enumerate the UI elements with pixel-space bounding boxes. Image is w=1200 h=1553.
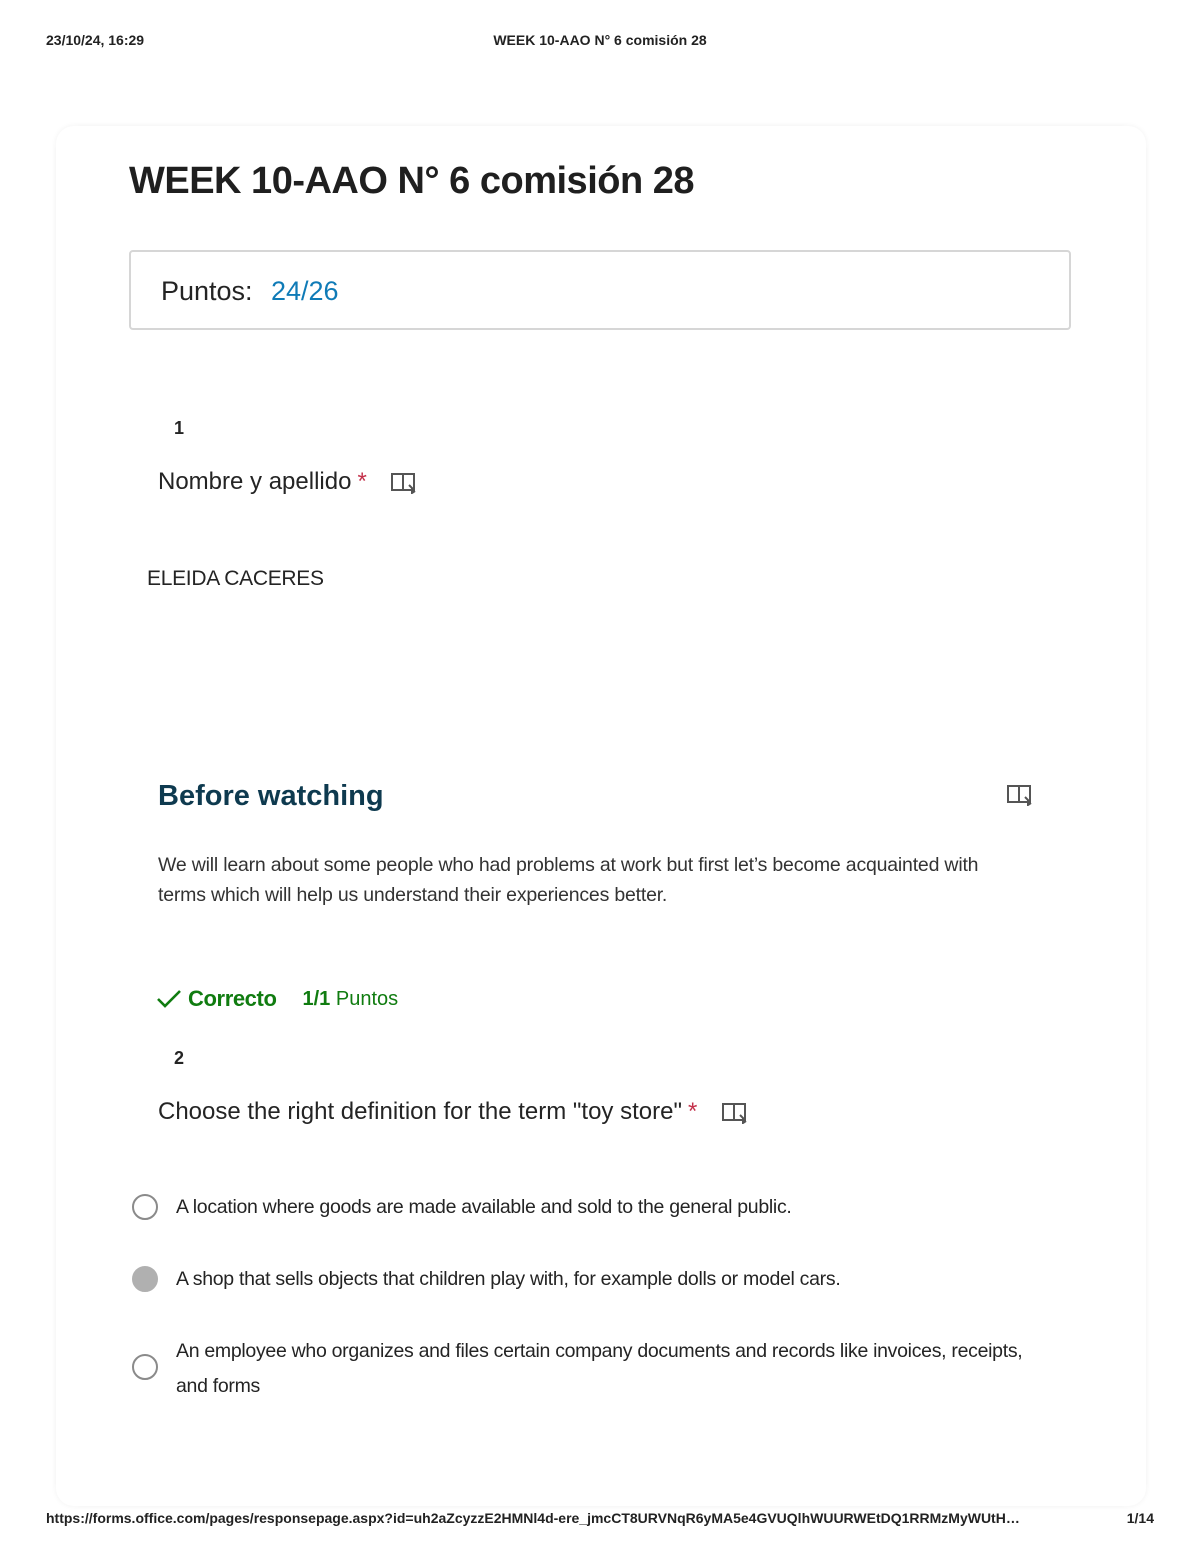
option-3[interactable]: An employee who organizes and files cert… bbox=[130, 1334, 1030, 1406]
option-2-text: A shop that sells objects that children … bbox=[176, 1268, 841, 1290]
question-1-title-text: Nombre y apellido bbox=[158, 468, 352, 495]
immersive-reader-icon[interactable] bbox=[391, 472, 419, 494]
print-header-title: WEEK 10-AAO N° 6 comisión 28 bbox=[493, 32, 707, 48]
checkmark-icon bbox=[157, 990, 181, 1008]
question-1-title: Nombre y apellido * bbox=[158, 468, 419, 496]
option-1-text: A location where goods are made availabl… bbox=[176, 1196, 792, 1218]
result-status: Correcto bbox=[188, 986, 277, 1011]
score-box: Puntos: 24/26 bbox=[129, 250, 1071, 330]
option-1[interactable]: A location where goods are made availabl… bbox=[130, 1190, 1030, 1226]
required-asterisk: * bbox=[357, 468, 367, 495]
radio-button-icon[interactable] bbox=[132, 1354, 158, 1380]
form-response-card bbox=[56, 126, 1146, 1506]
section-description: We will learn about some people who had … bbox=[158, 854, 979, 906]
score-value: 24/26 bbox=[271, 276, 339, 306]
required-asterisk: * bbox=[687, 1098, 698, 1125]
question-2-number: 2 bbox=[174, 1048, 185, 1068]
option-2[interactable]: A shop that sells objects that children … bbox=[130, 1262, 1030, 1298]
print-footer-page-number: 1/14 bbox=[1126, 1510, 1154, 1526]
immersive-reader-icon[interactable] bbox=[721, 1102, 750, 1124]
result-points: 1/1 Puntos bbox=[303, 988, 399, 1011]
result-points-label: Puntos bbox=[335, 987, 399, 1010]
radio-button-icon[interactable] bbox=[132, 1194, 158, 1220]
question-1-number: 1 bbox=[174, 418, 185, 438]
radio-button-icon[interactable] bbox=[132, 1266, 158, 1292]
option-3-text: An employee who organizes and files cert… bbox=[176, 1340, 1023, 1397]
result-points-value: 1/1 bbox=[302, 987, 331, 1010]
form-title: WEEK 10-AAO N° 6 comisión 28 bbox=[129, 160, 695, 202]
immersive-reader-icon[interactable] bbox=[1007, 784, 1035, 806]
section-title: Before watching bbox=[158, 780, 384, 812]
question-2-result: Correcto 1/1 Puntos bbox=[156, 985, 398, 1013]
print-footer-url: https://forms.office.com/pages/responsep… bbox=[46, 1510, 1020, 1526]
question-2-title-text: Choose the right definition for the term… bbox=[158, 1098, 682, 1125]
question-2-title: Choose the right definition for the term… bbox=[158, 1098, 750, 1126]
question-1-answer: ELEIDA CACERES bbox=[147, 567, 324, 590]
score-label: Puntos: bbox=[161, 276, 253, 306]
